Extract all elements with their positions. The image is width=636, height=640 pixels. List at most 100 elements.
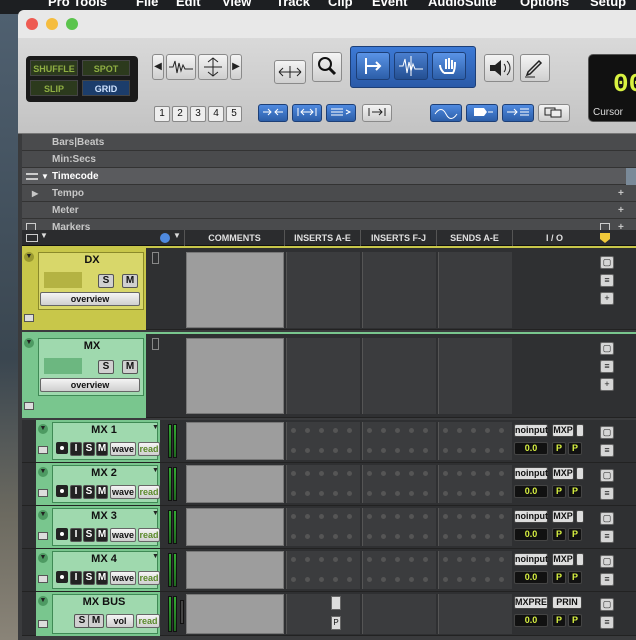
inserts-a-e-slots[interactable] [286,338,360,414]
solo-button[interactable]: S [98,360,114,374]
slot-dot[interactable] [499,448,504,453]
automation-mode-selector[interactable]: read [136,614,160,628]
input-monitor-button[interactable]: I [70,442,82,456]
slot-dot[interactable] [423,491,428,496]
slot-dot[interactable] [333,557,338,562]
playlist-icon[interactable]: ≡ [600,530,614,543]
comments-field[interactable] [186,465,284,503]
mute-button[interactable]: M [96,442,108,456]
slot-dot[interactable] [471,428,476,433]
playlist-icon[interactable]: ≡ [600,487,614,500]
column-inserts-f-j[interactable]: INSERTS F-J [360,230,436,246]
slot-dot[interactable] [409,534,414,539]
record-arm-button[interactable] [56,442,68,454]
track-name[interactable]: MX 2 [54,467,154,479]
automation-mode-selector[interactable]: read [138,442,160,456]
pan-left-readout[interactable]: P [552,485,566,498]
slot-dot[interactable] [367,448,372,453]
slot-dot[interactable] [457,514,462,519]
menu-setup[interactable]: Setup [590,0,626,9]
slot-dot[interactable] [443,448,448,453]
pan-right-readout[interactable]: P [568,528,582,541]
comments-field[interactable] [186,252,284,328]
menu-options[interactable]: Options [520,0,569,9]
track-expand-toggle[interactable]: ▼ [38,424,48,434]
slot-dot[interactable] [457,534,462,539]
mute-button[interactable]: M [96,485,108,499]
chevron-down-icon[interactable]: ▼ [40,231,48,240]
slot-dot[interactable] [443,557,448,562]
track-view-selector[interactable]: wave [110,485,136,499]
slot-dot[interactable] [485,448,490,453]
ruler-tempo[interactable]: ▶ Tempo + [22,185,636,202]
slot-dot[interactable] [347,557,352,562]
pan-right-readout[interactable]: P [568,485,582,498]
volume-readout[interactable]: 0.0 [514,614,548,627]
slot-dot[interactable] [333,514,338,519]
slot-dot[interactable] [347,514,352,519]
slot-dot[interactable] [395,491,400,496]
slot-dot[interactable] [291,491,296,496]
volume-readout[interactable]: 0.0 [514,442,548,455]
pan-left-readout[interactable]: P [552,614,566,627]
zoom-preset-2[interactable]: 2 [172,106,188,122]
track-expand-toggle[interactable]: ▼ [38,467,48,477]
aux-track-mx-bus[interactable]: ▼ MX BUS S M vol read P MXPRE PRIN 0.0 P… [22,592,636,636]
grid-mode-button[interactable]: GRID [82,80,130,96]
track-name[interactable]: MX 3 [54,510,154,522]
zoom-preset-5[interactable]: 5 [226,106,242,122]
inserts-f-j-slots[interactable] [362,422,436,460]
slot-dot[interactable] [319,448,324,453]
add-lane-icon[interactable]: + [600,292,614,305]
slot-dot[interactable] [395,557,400,562]
input-monitor-button[interactable]: I [70,571,82,585]
add-meter-icon[interactable]: + [618,202,624,219]
solo-button[interactable]: S [83,528,95,542]
playlist-icon[interactable]: ≡ [600,573,614,586]
slot-dot[interactable] [291,428,296,433]
slot-dot[interactable] [457,557,462,562]
slot-dot[interactable] [333,471,338,476]
pencil-tool-button[interactable] [520,54,550,82]
slot-dot[interactable] [471,514,476,519]
slot-dot[interactable] [347,428,352,433]
track-view-selector[interactable]: vol [106,614,134,628]
output-selector[interactable]: MXP [552,553,574,566]
slot-dot[interactable] [485,577,490,582]
zoom-button[interactable] [66,18,78,30]
slot-dot[interactable] [423,557,428,562]
slot-dot[interactable] [443,491,448,496]
input-selector[interactable]: noinput [514,553,548,566]
slot-dot[interactable] [471,491,476,496]
nudge-left-button[interactable]: ◀ [152,54,164,80]
inserts-f-j-slots[interactable] [362,594,436,634]
slot-dot[interactable] [347,577,352,582]
slot-dot[interactable] [347,534,352,539]
playlist-icon[interactable]: ≡ [600,444,614,457]
slot-dot[interactable] [499,471,504,476]
inserts-a-e-slots[interactable] [286,422,360,460]
slot-dot[interactable] [367,491,372,496]
folder-track-dx[interactable]: ▼ DX S M overview ▢ ≡ + [22,246,636,330]
slot-dot[interactable] [319,577,324,582]
slot-dot[interactable] [367,534,372,539]
slot-dot[interactable] [319,471,324,476]
slot-dot[interactable] [485,471,490,476]
slot-dot[interactable] [409,471,414,476]
solo-button[interactable]: S [83,485,95,499]
slot-dot[interactable] [305,534,310,539]
output-selector[interactable]: MXP [552,510,574,523]
solo-button[interactable]: S [98,274,114,288]
slot-dot[interactable] [347,491,352,496]
chevron-down-icon[interactable]: ▼ [173,231,181,240]
inserts-f-j-slots[interactable] [362,551,436,589]
audio-track-row[interactable]: ▼ MX 3 ▼ I S M wave read noinput MXP 0.0… [22,506,636,549]
ruler-timecode[interactable]: ▼ Timecode [22,168,636,185]
slot-dot[interactable] [409,557,414,562]
input-selector[interactable]: MXPRE [514,596,548,609]
record-enable-square-icon[interactable]: ▢ [600,555,614,568]
slot-dot[interactable] [423,448,428,453]
inserts-f-j-slots[interactable] [362,465,436,503]
slot-dot[interactable] [333,577,338,582]
ruler-min-secs[interactable]: Min:Secs [22,151,636,168]
